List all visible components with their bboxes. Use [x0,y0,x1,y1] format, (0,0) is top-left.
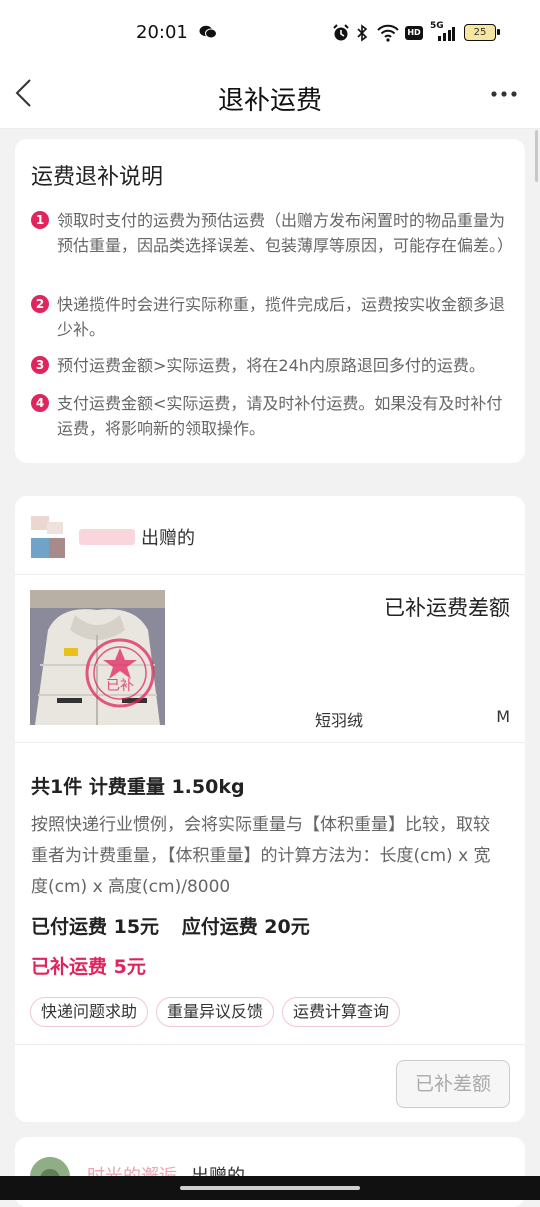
rule-number-badge: 4 [31,394,49,412]
explain-rule: 1 领取时支付的运费为预估运费（出赠方发布闲置时的物品重量为预估重量，因品类选择… [31,208,514,258]
wifi-icon [377,24,399,42]
avatar [31,516,65,558]
rule-text: 支付运费金额<实际运费，请及时补付运费。如果没有及时补付运费，将影响新的领取操作… [57,394,503,438]
more-dots-icon[interactable] [490,90,518,98]
giver-name-blurred [79,529,135,545]
scrollbar[interactable] [535,130,538,182]
rule-text: 快递揽件时会进行实际称重，揽件完成后，运费按实收金额多退少补。 [57,295,506,339]
rule-text: 领取时支付的运费为预估运费（出赠方发布闲置时的物品重量为预估重量，因品类选择误差… [57,211,514,255]
divider [15,574,525,575]
down-jacket-photo: 已补 [30,590,165,725]
chip-express-help[interactable]: 快递问题求助 [30,997,149,1027]
item-name: 短羽绒 [315,711,364,730]
alarm-icon [333,24,349,41]
explain-title: 运费退补说明 [31,165,164,190]
chip-weight-feedback[interactable]: 重量异议反馈 [156,997,275,1027]
count-weight: 共1件 计费重量 1.50kg [31,776,245,798]
wechat-icon [199,25,217,39]
fee-summary: 已付运费 15元 应付运费 20元 [31,912,326,939]
status-time: 20:01 [136,22,188,43]
divider [15,742,525,743]
stamp-text: 已补 [106,678,134,694]
rule-text: 预付运费金额>实际运费，将在24h内原路退回多付的运费。 [57,356,485,375]
rule-number-badge: 1 [31,211,49,229]
status-bar: 20:01 HD 5G 25 [0,0,540,66]
battery-tip [497,29,500,35]
rule-number-badge: 2 [31,295,49,313]
bluetooth-icon [357,24,368,42]
paid-diff-button[interactable]: 已补差额 [396,1060,510,1108]
nav-bar: 退补运费 [0,66,540,129]
freight-explain-card: 运费退补说明 1 领取时支付的运费为预估运费（出赠方发布闲置时的物品重量为预估重… [15,139,525,463]
battery-icon: 25 [464,24,496,41]
divider [15,1044,525,1045]
signal-icon [438,27,455,41]
order-status: 已补运费差额 [384,596,510,620]
order-card: 出赠的 已补 已补运费差额 短羽绒 M 共1件 计费重量 1.50kg 按照快递… [15,496,525,1122]
home-indicator[interactable] [180,1186,360,1190]
giver-suffix: 出赠的 [141,528,195,549]
explain-rule: 4 支付运费金额<实际运费，请及时补付运费。如果没有及时补付运费，将影响新的领取… [31,391,509,441]
explain-rule: 3 预付运费金额>实际运费，将在24h内原路退回多付的运费。 [31,353,509,378]
diff-fee: 已补运费 5元 [31,956,146,978]
explain-rule: 2 快递揽件时会进行实际称重，揽件完成后，运费按实收金额多退少补。 [31,292,509,342]
hd-icon: HD [405,26,423,40]
weight-rule-desc: 按照快递行业惯例，会将实际重量与【体积重量】比较，取较重者为计费重量，【体积重量… [31,815,491,897]
chip-fee-query[interactable]: 运费计算查询 [282,997,401,1027]
page-title: 退补运费 [217,86,322,116]
rule-number-badge: 3 [31,356,49,374]
due-fee: 应付运费 20元 [181,916,310,938]
help-chips: 快递问题求助 重量异议反馈 运费计算查询 [30,997,401,1027]
item-thumbnail[interactable]: 已补 [30,590,165,725]
paid-fee: 已付运费 15元 [31,916,160,938]
item-size: M [496,707,510,726]
giver-row[interactable]: 出赠的 [31,516,195,558]
